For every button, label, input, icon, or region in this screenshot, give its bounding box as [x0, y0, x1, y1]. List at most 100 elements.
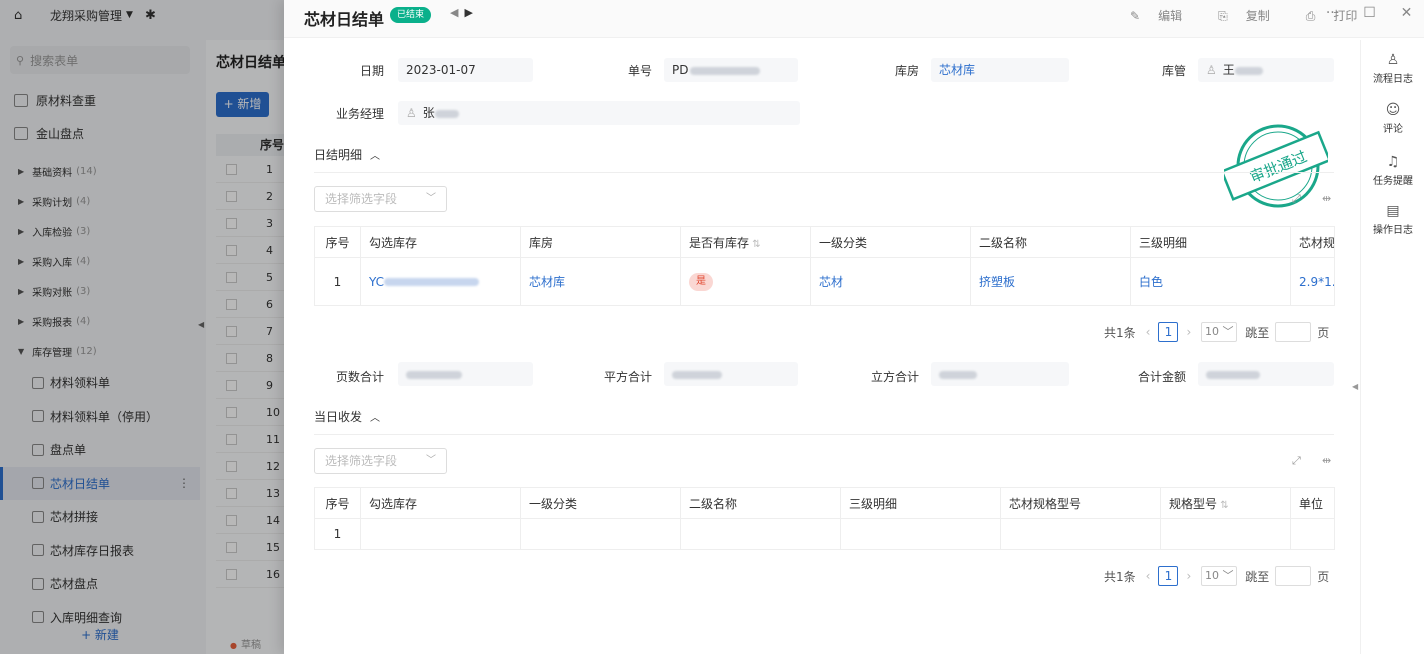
table-cell[interactable]: 芯材 [810, 257, 971, 306]
modal-title: 芯材日结单 [304, 10, 385, 29]
edit-button[interactable]: ✎ 编辑 [1130, 7, 1200, 24]
column-header[interactable]: 是否有库存 ⇅ [680, 226, 811, 258]
record-nav: ◀▶ [450, 6, 479, 19]
redacted-mask [406, 370, 462, 379]
stock-tag: 是 [689, 272, 713, 291]
operation-log-label: 操作日志 [1373, 225, 1413, 236]
column-header[interactable]: 单位 [1290, 487, 1335, 519]
column-header[interactable]: 库房 [520, 226, 681, 258]
table-cell [1000, 518, 1161, 550]
column-header[interactable]: 一级分类 [810, 226, 971, 258]
edit-label: 编辑 [1158, 9, 1183, 23]
column-width-icon[interactable]: ⇹ [1322, 454, 1331, 467]
panel-toggle-icon[interactable]: ◀ [1352, 382, 1358, 391]
detail-section-title: 日结明细 [314, 148, 363, 162]
redacted-mask [690, 66, 761, 75]
page-unit: 页 [1317, 569, 1330, 584]
fullscreen-icon[interactable]: ⤢ [1292, 454, 1301, 468]
page-size-select[interactable]: 10 ﹀ [1201, 566, 1238, 586]
more-button[interactable]: ··· [1314, 5, 1351, 21]
operation-log-button[interactable]: ▤ 操作日志 [1361, 203, 1424, 236]
column-header[interactable]: 二级名称 [970, 226, 1131, 258]
chevron-up-icon: ︿ [370, 151, 381, 162]
comment-button[interactable]: ☺ 评论 [1361, 102, 1424, 135]
column-header[interactable]: 芯材规格型号 [1000, 487, 1161, 519]
maximize-icon[interactable]: ☐ [1351, 5, 1388, 21]
next-page-icon[interactable]: › [1186, 569, 1191, 583]
approval-stamp: 审批通过 [1224, 124, 1328, 208]
page-unit: 页 [1317, 325, 1330, 340]
detail-section-header[interactable]: 日结明细 ︿ [314, 146, 380, 163]
jump-label: 跳至 [1245, 569, 1270, 584]
jump-input[interactable] [1275, 566, 1312, 586]
warehouse-value[interactable]: 芯材库 [931, 58, 1069, 82]
table-cell[interactable]: YC [360, 257, 521, 306]
divider [314, 434, 1334, 435]
daily-section-header[interactable]: 当日收发 ︿ [314, 408, 380, 425]
modal-backdrop[interactable] [0, 0, 284, 654]
redacted-mask [1206, 370, 1260, 379]
sort-icon[interactable]: ⇅ [1217, 500, 1228, 511]
page-size-value: 10 [1205, 569, 1220, 582]
column-header[interactable]: 序号 [314, 226, 361, 258]
column-header[interactable]: 三级明细 [1130, 226, 1291, 258]
daily-filter-select[interactable]: 选择筛选字段 ﹀ [314, 448, 447, 474]
total-count: 共1条 [1104, 569, 1136, 584]
task-reminder-button[interactable]: ♫ 任务提醒 [1361, 154, 1424, 187]
volume-total-value [931, 362, 1069, 386]
user-icon: ♙ [1206, 63, 1217, 77]
table-cell[interactable]: 芯材库 [520, 257, 681, 306]
process-log-label: 流程日志 [1373, 74, 1413, 85]
table-cell[interactable]: 白色 [1130, 257, 1291, 306]
next-record-icon[interactable]: ▶ [464, 6, 478, 19]
jump-input[interactable] [1275, 322, 1312, 342]
table-cell[interactable]: 挤塑板 [970, 257, 1131, 306]
redacted-mask [434, 109, 459, 118]
redacted-mask [384, 278, 480, 286]
column-header[interactable]: 三级明细 [840, 487, 1001, 519]
close-icon[interactable]: ✕ [1388, 5, 1424, 21]
page-button[interactable]: 1 [1158, 322, 1179, 342]
prev-page-icon[interactable]: ‹ [1146, 325, 1151, 339]
no-label: 单号 [627, 64, 652, 78]
table-cell: 1 [314, 257, 361, 306]
total-count: 共1条 [1104, 325, 1136, 340]
right-panel: ♙ 流程日志 ☺ 评论 ♫ 任务提醒 ▤ 操作日志 [1360, 40, 1424, 654]
detail-modal: 芯材日结单 已结束 ◀▶ ✎ 编辑 ⎘ 复制 ⎙ 打印 ··· ☐ ✕ 日期 2023… [284, 0, 1424, 654]
no-value: PD [672, 63, 689, 77]
column-width-icon[interactable]: ⇹ [1322, 192, 1331, 205]
page-button[interactable]: 1 [1158, 566, 1179, 586]
page-size-select[interactable]: 10 ﹀ [1201, 322, 1238, 342]
amount-total-label: 合计金额 [1137, 370, 1186, 384]
pages-total-value [398, 362, 533, 386]
prev-record-icon[interactable]: ◀ [450, 6, 464, 19]
next-page-icon[interactable]: › [1186, 325, 1191, 339]
sort-icon[interactable]: ⇅ [749, 239, 760, 250]
column-header[interactable]: 勾选库存 [360, 226, 521, 258]
prev-page-icon[interactable]: ‹ [1146, 569, 1151, 583]
column-header[interactable]: 勾选库存 [360, 487, 521, 519]
daily-pagination: 共1条 ‹ 1 › 10 ﹀ 跳至 页 [1104, 566, 1329, 586]
comment-icon: ☺ [1385, 102, 1401, 118]
table-cell[interactable]: 2.9*1.2 [1290, 257, 1335, 306]
process-log-button[interactable]: ♙ 流程日志 [1361, 52, 1424, 85]
detail-filter-select[interactable]: 选择筛选字段 ﹀ [314, 186, 447, 212]
column-header[interactable]: 一级分类 [520, 487, 681, 519]
column-header[interactable]: 序号 [314, 487, 361, 519]
fullscreen-icon[interactable]: ⤢ [1292, 192, 1301, 206]
copy-button[interactable]: ⎘ 复制 [1218, 7, 1288, 24]
warehouse-label: 库房 [894, 64, 919, 78]
column-header[interactable]: 二级名称 [680, 487, 841, 519]
detail-pagination: 共1条 ‹ 1 › 10 ﹀ 跳至 页 [1104, 322, 1329, 342]
page-size-value: 10 [1205, 325, 1220, 338]
stock-code[interactable]: YC [369, 275, 384, 289]
task-reminder-label: 任务提醒 [1373, 176, 1413, 187]
chevron-down-icon: ﹀ [426, 455, 436, 466]
divider [314, 172, 1334, 173]
detail-table: 序号 勾选库存 库房 是否有库存 ⇅ 一级分类 二级名称 三级明细 芯材规 1 YC 芯材库是 芯材… [314, 226, 1335, 306]
column-header[interactable]: 芯材规 [1290, 226, 1335, 258]
keeper-value: 王 [1222, 63, 1235, 77]
no-field: PD [664, 58, 798, 82]
column-header[interactable]: 规格型号 ⇅ [1160, 487, 1291, 519]
table-cell [1160, 518, 1291, 550]
